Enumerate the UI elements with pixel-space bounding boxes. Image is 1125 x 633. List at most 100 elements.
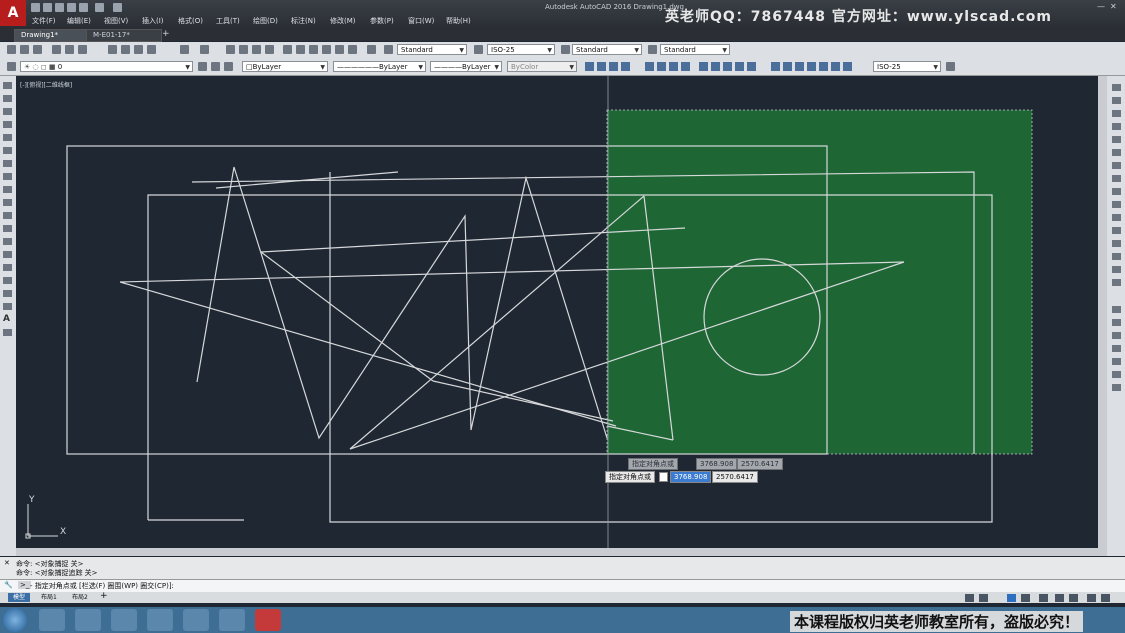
make-block-icon[interactable] bbox=[3, 238, 12, 245]
quickcalc-icon[interactable] bbox=[348, 45, 357, 54]
hatch-icon[interactable] bbox=[3, 264, 12, 271]
save-icon[interactable] bbox=[33, 45, 42, 54]
drawing-geometry[interactable]: Y X bbox=[16, 76, 1107, 548]
dim-style-manager-icon[interactable] bbox=[946, 62, 955, 71]
text-front-icon[interactable] bbox=[1112, 371, 1121, 378]
paste-icon[interactable] bbox=[134, 45, 143, 54]
line-icon[interactable] bbox=[3, 82, 12, 89]
publish-icon[interactable] bbox=[78, 45, 87, 54]
tab-layout2[interactable]: 布局2 bbox=[67, 593, 93, 602]
spline-icon[interactable] bbox=[3, 186, 12, 193]
layer-manager-icon[interactable] bbox=[7, 62, 16, 71]
undo-icon[interactable] bbox=[180, 45, 189, 54]
plot-icon[interactable] bbox=[79, 3, 88, 12]
trim-icon[interactable] bbox=[1112, 201, 1121, 208]
lineweight-select[interactable]: ————ByLayer ▼ bbox=[430, 61, 502, 72]
application-menu-button[interactable]: A bbox=[0, 0, 26, 26]
linetype-select[interactable]: ——————ByLayer ▼ bbox=[333, 61, 426, 72]
add-selected-icon[interactable] bbox=[3, 329, 12, 336]
menu-tools[interactable]: 工具(T) bbox=[216, 16, 240, 26]
ellipse-arc-icon[interactable] bbox=[3, 212, 12, 219]
command-line[interactable]: 🔧 >_ - 指定对角点或 [栏选(F) 圈围(WP) 圈交(CP)]: bbox=[0, 579, 1125, 592]
dimension-icons-strip[interactable] bbox=[585, 62, 865, 71]
menu-dimension[interactable]: 标注(N) bbox=[291, 16, 316, 26]
layer-isolate-icon[interactable] bbox=[224, 62, 233, 71]
tab-model[interactable]: 模型 bbox=[8, 593, 31, 602]
start-button-icon[interactable] bbox=[3, 608, 27, 632]
status-bar-icons[interactable] bbox=[965, 594, 1115, 603]
menu-view[interactable]: 视图(V) bbox=[104, 16, 128, 26]
erase-icon[interactable] bbox=[1112, 84, 1121, 91]
extend-icon[interactable] bbox=[1112, 214, 1121, 221]
tab-drawing1[interactable]: Drawing1* bbox=[14, 29, 90, 42]
fillet-icon[interactable] bbox=[1112, 266, 1121, 273]
plot-icon[interactable] bbox=[52, 45, 61, 54]
send-under-icon[interactable] bbox=[1112, 358, 1121, 365]
minimize-icon[interactable]: — bbox=[1097, 2, 1105, 11]
break-icon[interactable] bbox=[1112, 227, 1121, 234]
new-icon[interactable] bbox=[7, 45, 16, 54]
dimension-toolbar-icons[interactable] bbox=[585, 62, 865, 71]
help-icon[interactable] bbox=[367, 45, 376, 54]
redo-icon[interactable] bbox=[113, 3, 122, 12]
point-icon[interactable] bbox=[3, 251, 12, 258]
redo-icon[interactable] bbox=[200, 45, 209, 54]
plot-style-select[interactable]: ByColor ▼ bbox=[507, 61, 577, 72]
menu-format[interactable]: 格式(O) bbox=[178, 16, 203, 26]
copy-object-icon[interactable] bbox=[1112, 97, 1121, 104]
zoom-previous-icon[interactable] bbox=[265, 45, 274, 54]
draw-order-icon[interactable] bbox=[1112, 306, 1121, 313]
wrench-icon[interactable]: 🔧 bbox=[4, 581, 13, 589]
menu-draw[interactable]: 绘图(D) bbox=[253, 16, 278, 26]
tool-palettes-icon[interactable] bbox=[309, 45, 318, 54]
markup-icon[interactable] bbox=[335, 45, 344, 54]
tab-m-e01-17[interactable]: M-E01-17* bbox=[86, 29, 162, 42]
menu-window[interactable]: 窗口(W) bbox=[408, 16, 434, 26]
green-app-icon[interactable] bbox=[147, 609, 173, 631]
cut-icon[interactable] bbox=[108, 45, 117, 54]
internet-explorer-icon[interactable] bbox=[39, 609, 65, 631]
construction-line-icon[interactable] bbox=[3, 95, 12, 102]
new-tab-icon[interactable]: + bbox=[162, 29, 170, 39]
scale-icon[interactable] bbox=[1112, 175, 1121, 182]
insert-block-icon[interactable] bbox=[3, 225, 12, 232]
vertical-scrollbar[interactable] bbox=[1098, 76, 1107, 548]
match-properties-icon[interactable] bbox=[147, 45, 156, 54]
make-current-layer-icon[interactable] bbox=[198, 62, 207, 71]
chamfer-icon[interactable] bbox=[1112, 253, 1121, 260]
autocad-taskbar-icon[interactable] bbox=[255, 609, 281, 631]
rectangle-icon[interactable] bbox=[3, 134, 12, 141]
sheet-set-icon[interactable] bbox=[322, 45, 331, 54]
mirror-icon[interactable] bbox=[1112, 110, 1121, 117]
new-icon[interactable] bbox=[31, 3, 40, 12]
bring-above-icon[interactable] bbox=[1112, 345, 1121, 352]
join-icon[interactable] bbox=[1112, 240, 1121, 247]
menu-insert[interactable]: 插入(I) bbox=[142, 16, 164, 26]
layer-select[interactable]: ☀ ◌ ◻ ■ 0 ▼ bbox=[20, 61, 193, 72]
status-icons-strip[interactable] bbox=[965, 594, 1115, 603]
design-center-icon[interactable] bbox=[296, 45, 305, 54]
mleader-style-select[interactable]: Standard ▼ bbox=[660, 44, 730, 55]
menu-file[interactable]: 文件(F) bbox=[32, 16, 56, 26]
save-as-icon[interactable] bbox=[67, 3, 76, 12]
command-close-icon[interactable]: ✕ bbox=[4, 559, 10, 567]
dynamic-input-x-field[interactable]: 3768.908 bbox=[670, 471, 712, 483]
ellipse-icon[interactable] bbox=[3, 199, 12, 206]
color-select[interactable]: □ByLayer ▼ bbox=[242, 61, 328, 72]
explode-icon[interactable] bbox=[1112, 279, 1121, 286]
pan-icon[interactable] bbox=[226, 45, 235, 54]
open-icon[interactable] bbox=[43, 3, 52, 12]
media-player-icon[interactable] bbox=[75, 609, 101, 631]
text-style-select[interactable]: Standard ▼ bbox=[397, 44, 467, 55]
send-back-icon[interactable] bbox=[1112, 332, 1121, 339]
hatch-back-icon[interactable] bbox=[1112, 384, 1121, 391]
save-icon[interactable] bbox=[55, 3, 64, 12]
region-icon[interactable] bbox=[3, 290, 12, 297]
revision-cloud-icon[interactable] bbox=[3, 173, 12, 180]
offset-icon[interactable] bbox=[1112, 123, 1121, 130]
multiline-text-icon[interactable]: A bbox=[3, 315, 12, 324]
zoom-realtime-icon[interactable] bbox=[239, 45, 248, 54]
viewport-controls[interactable]: [-][俯视][二维线框] bbox=[20, 80, 72, 89]
circle-icon[interactable] bbox=[3, 160, 12, 167]
menu-help[interactable]: 帮助(H) bbox=[446, 16, 471, 26]
